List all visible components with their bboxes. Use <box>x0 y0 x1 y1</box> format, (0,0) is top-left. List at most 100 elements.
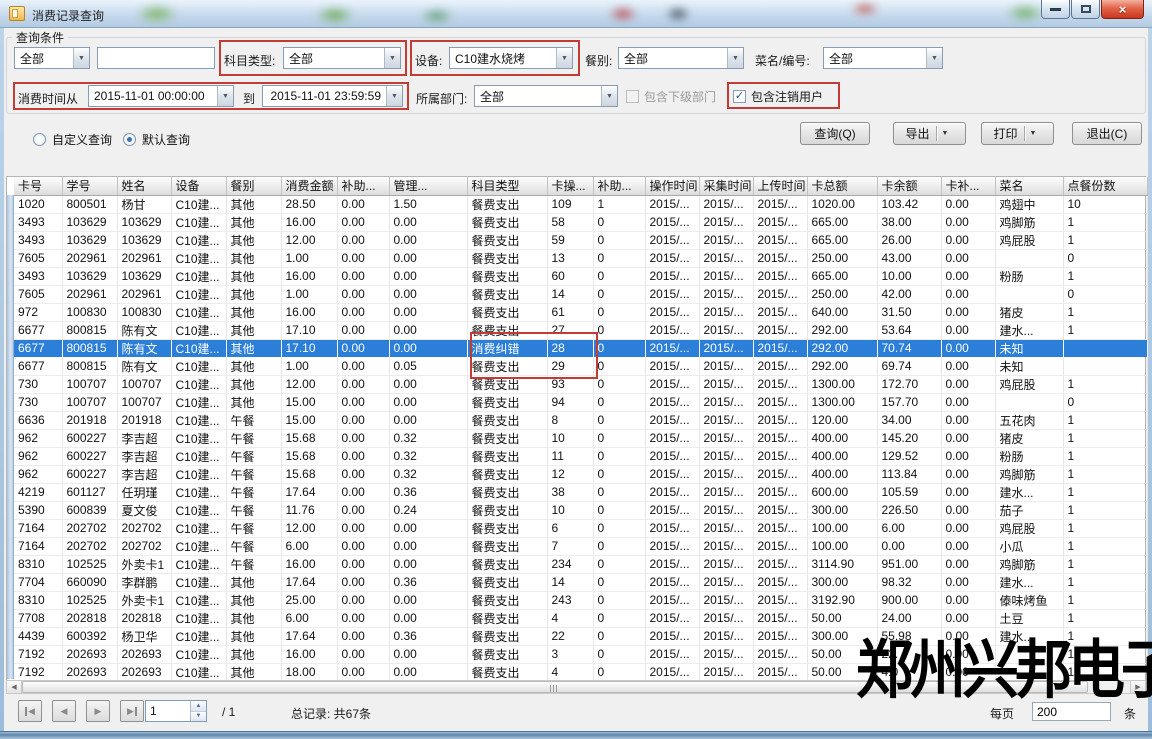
table-cell: 16.00 <box>281 645 337 663</box>
per-page-input[interactable] <box>1032 702 1111 721</box>
chevron-down-icon[interactable]: ▼ <box>386 86 402 106</box>
table-row[interactable]: 6677800815陈有文C10建...其他17.100.000.00餐费支出2… <box>14 321 1147 339</box>
column-header[interactable]: 补助... <box>593 177 645 195</box>
table-row[interactable]: 7192202693202693C10建...其他16.000.000.00餐费… <box>14 645 1147 663</box>
time-from-picker[interactable]: 2015-11-01 00:00:00 ▼ <box>88 85 234 107</box>
table-row[interactable]: 5390600839夏文俊C10建...午餐11.760.000.24餐费支出1… <box>14 501 1147 519</box>
table-cell: 外卖卡1 <box>117 591 171 609</box>
table-row[interactable]: 7704660090李群鹏C10建...其他17.640.000.36餐费支出1… <box>14 573 1147 591</box>
spin-up-icon[interactable]: ▲ <box>191 701 206 712</box>
column-header[interactable]: 科目类型 <box>467 177 547 195</box>
horizontal-scrollbar[interactable]: ◀ ▶ <box>6 680 1146 694</box>
table-row[interactable]: 962600227李吉超C10建...午餐15.680.000.32餐费支出10… <box>14 429 1147 447</box>
scrollbar-thumb[interactable] <box>22 681 1088 693</box>
table-row[interactable]: 8310102525外卖卡1C10建...其他25.000.000.00餐费支出… <box>14 591 1147 609</box>
table-row[interactable]: 7164202702202702C10建...午餐6.000.000.00餐费支… <box>14 537 1147 555</box>
next-page-button[interactable]: ▶ <box>86 700 110 722</box>
table-row[interactable]: 7708202818202818C10建...其他6.000.000.00餐费支… <box>14 609 1147 627</box>
table-row[interactable]: 1020800501杨甘C10建...其他28.500.001.50餐费支出10… <box>14 195 1147 213</box>
table-cell: 1.00 <box>281 285 337 303</box>
table-cell: 98.32 <box>877 573 941 591</box>
previous-page-button[interactable]: ◀ <box>52 700 76 722</box>
table-row[interactable]: 730100707100707C10建...其他15.000.000.00餐费支… <box>14 393 1147 411</box>
chevron-down-icon[interactable]: ▼ <box>926 48 942 68</box>
include-sub-department-checkbox[interactable]: 包含下级部门 <box>626 88 716 105</box>
table-row[interactable]: 8310102525外卖卡1C10建...午餐16.000.000.00餐费支出… <box>14 555 1147 573</box>
column-header[interactable]: 卡号 <box>14 177 62 195</box>
chevron-down-icon[interactable]: ▼ <box>727 48 743 68</box>
table-row[interactable]: 6636201918201918C10建...午餐15.000.000.00餐费… <box>14 411 1147 429</box>
column-header[interactable]: 学号 <box>62 177 117 195</box>
exit-button[interactable]: 退出(C) <box>1072 122 1142 145</box>
close-button[interactable]: × <box>1101 0 1144 19</box>
chevron-down-icon[interactable]: ▼ <box>73 48 89 68</box>
department-combo[interactable]: 全部 ▼ <box>474 85 618 107</box>
table-row[interactable]: 6677800815陈有文C10建...其他17.100.000.00消费纠错2… <box>14 339 1147 357</box>
column-header[interactable]: 操作时间 <box>645 177 699 195</box>
column-header[interactable]: 点餐份数 <box>1063 177 1147 195</box>
device-combo[interactable]: C10建水烧烤 ▼ <box>449 47 573 69</box>
chevron-down-icon[interactable]: ▼ <box>1025 130 1042 137</box>
column-header[interactable]: 卡补... <box>941 177 995 195</box>
column-header[interactable]: 管理... <box>389 177 467 195</box>
column-header[interactable]: 卡余额 <box>877 177 941 195</box>
column-header[interactable]: 补助... <box>337 177 389 195</box>
table-row[interactable]: 7605202961202961C10建...其他1.000.000.00餐费支… <box>14 285 1147 303</box>
meal-type-combo[interactable]: 全部 ▼ <box>618 47 744 69</box>
custom-query-radio[interactable]: 自定义查询 <box>33 131 112 148</box>
maximize-button[interactable] <box>1071 0 1100 19</box>
export-button[interactable]: 导出 ▼ <box>893 122 966 145</box>
table-cell: C10建... <box>171 627 226 645</box>
column-header[interactable]: 卡操... <box>547 177 593 195</box>
column-header[interactable]: 卡总额 <box>807 177 877 195</box>
first-page-button[interactable]: ◀ <box>18 700 42 722</box>
page-number-value[interactable]: 1 <box>146 701 190 721</box>
include-cancelled-users-checkbox[interactable]: ✓ 包含注销用户 <box>733 88 823 105</box>
table-row[interactable]: 7605202961202961C10建...其他1.000.000.00餐费支… <box>14 249 1147 267</box>
table-row[interactable]: 962600227李吉超C10建...午餐15.680.000.32餐费支出11… <box>14 447 1147 465</box>
quick-filter-combo[interactable]: 全部 ▼ <box>14 47 90 69</box>
table-row[interactable]: 4439600392杨卫华C10建...其他17.640.000.36餐费支出2… <box>14 627 1147 645</box>
chevron-down-icon[interactable]: ▼ <box>601 86 617 106</box>
query-button[interactable]: 查询(Q) <box>800 122 870 145</box>
table-row[interactable]: 7164202702202702C10建...午餐12.000.000.00餐费… <box>14 519 1147 537</box>
table-cell: 2015/... <box>645 249 699 267</box>
column-header[interactable]: 消费金额 <box>281 177 337 195</box>
search-input[interactable] <box>97 47 215 69</box>
table-row[interactable]: 7192202693202693C10建...其他18.000.000.00餐费… <box>14 663 1147 681</box>
last-page-button[interactable]: ▶ <box>120 700 144 722</box>
column-header[interactable]: 采集时间 <box>699 177 753 195</box>
subject-type-combo[interactable]: 全部 ▼ <box>283 47 401 69</box>
chevron-down-icon[interactable]: ▼ <box>217 86 233 106</box>
table-row[interactable]: 4219601127任玥瑾C10建...午餐17.640.000.36餐费支出3… <box>14 483 1147 501</box>
table-cell: 餐费支出 <box>467 249 547 267</box>
page-number-spinner[interactable]: 1 ▲ ▼ <box>145 700 207 722</box>
table-cell: 0 <box>593 483 645 501</box>
column-header[interactable]: 姓名 <box>117 177 171 195</box>
print-button[interactable]: 打印 ▼ <box>981 122 1054 145</box>
table-row[interactable]: 962600227李吉超C10建...午餐15.680.000.32餐费支出12… <box>14 465 1147 483</box>
chevron-down-icon[interactable]: ▼ <box>556 48 572 68</box>
minimize-button[interactable] <box>1041 0 1070 19</box>
table-cell: 其他 <box>226 663 281 681</box>
table-row[interactable]: 6677800815陈有文C10建...其他1.000.000.05餐费支出29… <box>14 357 1147 375</box>
scroll-right-icon[interactable]: ▶ <box>1130 681 1145 693</box>
column-header[interactable]: 上传时间 <box>753 177 807 195</box>
dish-name-combo[interactable]: 全部 ▼ <box>823 47 943 69</box>
default-query-radio[interactable]: 默认查询 <box>123 131 190 148</box>
table-row[interactable]: 730100707100707C10建...其他12.000.000.00餐费支… <box>14 375 1147 393</box>
column-header[interactable]: 设备 <box>171 177 226 195</box>
column-header[interactable]: 餐别 <box>226 177 281 195</box>
table-cell: 粉肠 <box>995 267 1063 285</box>
scroll-left-icon[interactable]: ◀ <box>7 681 22 693</box>
spin-down-icon[interactable]: ▼ <box>191 712 206 722</box>
chevron-down-icon[interactable]: ▼ <box>937 130 954 137</box>
table-row[interactable]: 3493103629103629C10建...其他16.000.000.00餐费… <box>14 213 1147 231</box>
chevron-down-icon[interactable]: ▼ <box>384 48 400 68</box>
table-cell: 1 <box>1063 573 1147 591</box>
table-row[interactable]: 3493103629103629C10建...其他16.000.000.00餐费… <box>14 267 1147 285</box>
time-to-picker[interactable]: 2015-11-01 23:59:59 ▼ <box>262 85 403 107</box>
column-header[interactable]: 菜名 <box>995 177 1063 195</box>
table-row[interactable]: 3493103629103629C10建...其他12.000.000.00餐费… <box>14 231 1147 249</box>
table-row[interactable]: 972100830100830C10建...其他16.000.000.00餐费支… <box>14 303 1147 321</box>
